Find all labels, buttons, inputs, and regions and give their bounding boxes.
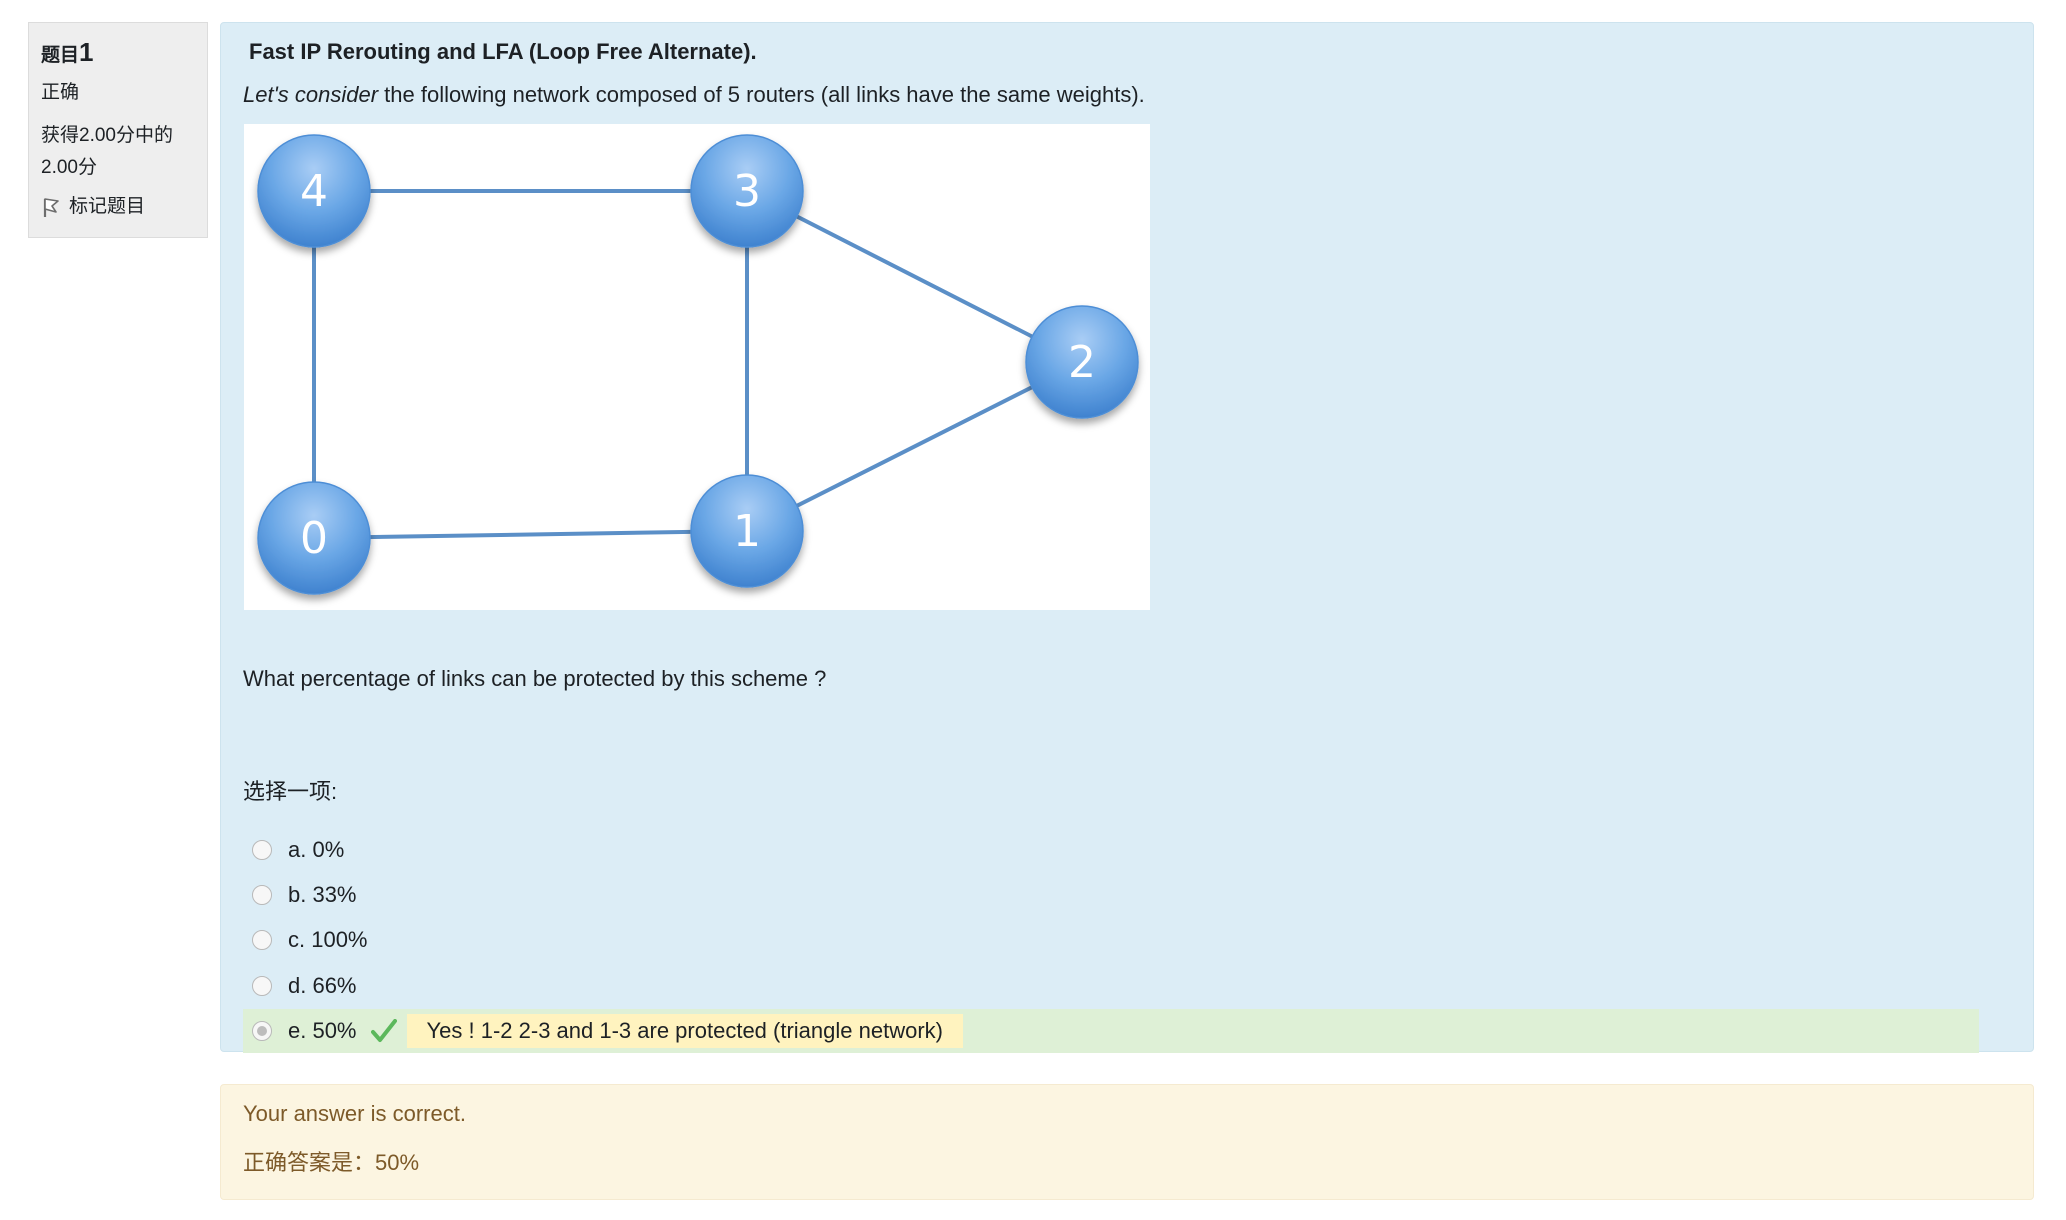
option-label-a: a. 0% [288, 837, 345, 862]
router-node-3: 3 [690, 134, 804, 248]
radio-b[interactable] [252, 885, 272, 905]
checkmark-icon [370, 1019, 397, 1042]
radio-d[interactable] [252, 976, 272, 996]
network-diagram: 4 3 2 0 1 [244, 124, 1150, 610]
answer-option-c[interactable]: c. 100% [243, 918, 368, 962]
option-label-d: d. 66% [288, 973, 357, 998]
option-feedback: Yes ! 1-2 2-3 and 1-3 are protected (tri… [406, 1014, 963, 1048]
router-label-3: 3 [733, 166, 761, 217]
router-node-0: 0 [257, 481, 371, 595]
router-label-1: 1 [733, 506, 761, 557]
network-diagram-svg: 4 3 2 0 1 [257, 134, 1139, 595]
right-answer: 正确答案是：50% [243, 1150, 420, 1175]
flag-icon [43, 197, 59, 217]
router-label-0: 0 [300, 513, 328, 564]
router-node-4: 4 [257, 134, 371, 248]
router-label-2: 2 [1068, 337, 1096, 388]
intro-emphasis: Let's consider [243, 82, 379, 107]
outcome-message: Your answer is correct. [243, 1101, 466, 1126]
question-info-panel: 题目1 正确 获得2.00分中的 2.00分 标记题目 [28, 22, 208, 238]
router-label-4: 4 [300, 166, 328, 217]
intro-text: the following network composed of 5 rout… [378, 82, 1145, 107]
question-number: 题目1 [41, 35, 195, 70]
choose-label: 选择一项: [243, 779, 338, 804]
option-label-c: c. 100% [288, 927, 368, 952]
flag-question-label: 标记题目 [69, 195, 146, 217]
link-0-1 [313, 529, 748, 540]
radio-a[interactable] [252, 840, 272, 860]
question-state: 正确 [41, 82, 80, 104]
answer-option-e[interactable]: e. 50% Yes ! 1-2 2-3 and 1-3 are protect… [243, 1009, 1979, 1053]
answer-option-d[interactable]: d. 66% [243, 964, 357, 1008]
question-title: Fast IP Rerouting and LFA (Loop Free Alt… [249, 39, 757, 64]
grade-line-1: 获得2.00分中的 [41, 124, 173, 146]
question-number-value: 1 [79, 37, 94, 67]
question-prompt: What percentage of links can be protecte… [243, 666, 827, 691]
option-label-e: e. 50% [288, 1018, 357, 1043]
question-label: 题目 [41, 45, 80, 66]
router-node-2: 2 [1025, 305, 1139, 419]
answer-option-a[interactable]: a. 0% [243, 828, 344, 872]
grade-line-2: 2.00分 [41, 156, 97, 178]
diagram-nodes: 4 3 2 0 1 [257, 134, 1139, 595]
diagram-links [312, 189, 1083, 540]
router-node-1: 1 [690, 474, 804, 588]
question-grade: 获得2.00分中的 2.00分 [41, 120, 195, 184]
outcome-panel: Your answer is correct. 正确答案是：50% [220, 1084, 2034, 1200]
question-content: Fast IP Rerouting and LFA (Loop Free Alt… [220, 22, 2034, 1053]
option-label-b: b. 33% [288, 882, 357, 907]
radio-e[interactable] [252, 1021, 272, 1041]
question-intro: Let's consider the following network com… [243, 82, 1145, 108]
radio-c[interactable] [252, 930, 272, 950]
answer-option-b[interactable]: b. 33% [243, 873, 357, 917]
flag-question-button[interactable]: 标记题目 [41, 194, 195, 220]
